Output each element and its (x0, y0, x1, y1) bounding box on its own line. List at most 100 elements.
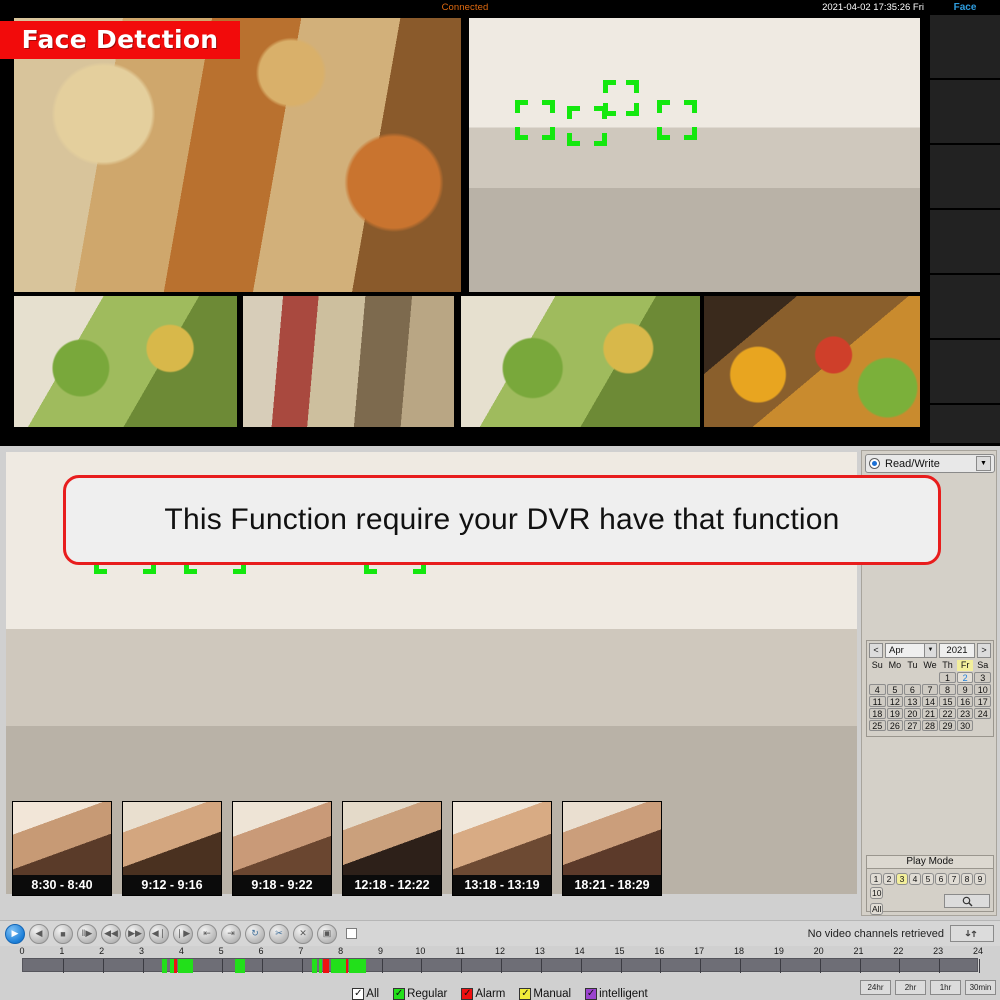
timeline[interactable]: 0 1 2 3 4 5 6 7 8 9 10 11 12 13 14 15 16 17 18 19 20 21 22 23 24 (0, 946, 1000, 982)
calendar-day-cell[interactable]: 2 (956, 672, 974, 683)
timeline-segment-alarm[interactable] (322, 959, 329, 973)
calendar-day-cell[interactable]: 7 (921, 684, 939, 695)
face-thumbnail[interactable] (930, 80, 1000, 143)
channel-button-5[interactable]: 5 (922, 873, 934, 885)
channel-button-8[interactable]: 8 (961, 873, 973, 885)
timeline-segment-regular[interactable] (348, 959, 367, 973)
timeline-segment-regular[interactable] (312, 959, 317, 973)
calendar-day-cell[interactable]: 19 (886, 708, 904, 719)
calendar-day-cell[interactable]: 11 (869, 696, 886, 707)
video-cell-1[interactable] (14, 18, 461, 292)
video-cell-4[interactable] (243, 296, 454, 427)
timeline-zoom-30min[interactable]: 30min (965, 980, 996, 995)
legend-checkbox[interactable]: ✓ (585, 987, 598, 1000)
calendar-day-cell[interactable]: 3 (974, 672, 991, 683)
jump-forward-button[interactable]: ⇥ (221, 923, 241, 944)
calendar-day-cell[interactable]: 15 (939, 696, 956, 707)
timeline-segment-alarm[interactable] (345, 959, 348, 973)
timeline-track[interactable] (22, 958, 980, 973)
calendar-day-cell[interactable]: 8 (939, 684, 956, 695)
calendar-day-cell[interactable]: 1 (939, 672, 956, 683)
calendar-day-cell[interactable]: 12 (886, 696, 904, 707)
calendar-day-cell[interactable]: 18 (869, 708, 886, 719)
calendar-day-cell[interactable]: 25 (869, 720, 886, 731)
calendar-day-cell[interactable]: 27 (904, 720, 921, 731)
face-thumbnail[interactable] (930, 405, 1000, 443)
stream-mode-radio[interactable] (869, 458, 880, 469)
calendar-prev-button[interactable]: < (869, 643, 883, 658)
refresh-button[interactable] (950, 925, 994, 942)
calendar-day-cell[interactable]: 20 (904, 708, 921, 719)
calendar-day-cell[interactable]: 14 (921, 696, 939, 707)
calendar-day-cell[interactable]: 22 (939, 708, 956, 719)
legend-item[interactable]: ✓ Manual (519, 987, 571, 1000)
legend-item[interactable]: ✓ All (352, 987, 379, 1000)
legend-item[interactable]: ✓ intelligent (585, 987, 648, 1000)
timeline-segment-regular[interactable] (235, 959, 246, 973)
video-cell-2[interactable] (469, 18, 920, 292)
channel-button-6[interactable]: 6 (935, 873, 947, 885)
stream-mode-select[interactable]: Read/Write ▼ (865, 454, 995, 473)
face-result-card[interactable]: 18:21 - 18:29 (562, 801, 662, 896)
legend-checkbox[interactable]: ✓ (461, 987, 474, 1000)
timeline-zoom-2hr[interactable]: 2hr (895, 980, 926, 995)
reverse-play-button[interactable]: ◀ (29, 923, 49, 944)
timeline-zoom-1hr[interactable]: 1hr (930, 980, 961, 995)
legend-item[interactable]: ✓ Regular (393, 987, 447, 1000)
channel-button-2[interactable]: 2 (883, 873, 895, 885)
play-button[interactable]: ▶ (5, 923, 25, 944)
channel-button-1[interactable]: 1 (870, 873, 882, 885)
calendar-day-cell[interactable]: 30 (956, 720, 974, 731)
timeline-segment-regular[interactable] (318, 959, 322, 973)
calendar-grid[interactable]: Su Mo Tu We Th Fr Sa 1 2 3 4 5 6 7 8 9 10 11 12 13 14 15 16 17 1… (867, 660, 993, 731)
calendar-day-cell[interactable]: 17 (974, 696, 991, 707)
channel-all-button[interactable]: All (870, 903, 884, 915)
face-thumbnail[interactable] (930, 145, 1000, 208)
previous-frame-button[interactable]: ◀❘ (149, 923, 169, 944)
slow-forward-button[interactable]: ‖▶ (77, 923, 97, 944)
rewind-button[interactable]: ◀◀ (101, 923, 121, 944)
calendar-month-select[interactable]: Apr ▼ (885, 643, 937, 658)
face-thumbnail[interactable] (930, 210, 1000, 273)
calendar-day-cell[interactable]: 23 (956, 708, 974, 719)
channel-button-10[interactable]: 10 (870, 887, 884, 899)
next-frame-button[interactable]: ❘▶ (173, 923, 193, 944)
face-result-card[interactable]: 8:30 - 8:40 (12, 801, 112, 896)
calendar-day-cell[interactable]: 16 (956, 696, 974, 707)
calendar-day-cell[interactable]: 26 (886, 720, 904, 731)
legend-checkbox[interactable]: ✓ (352, 987, 365, 1000)
channel-button-3[interactable]: 3 (896, 873, 908, 885)
face-result-card[interactable]: 9:12 - 9:16 (122, 801, 222, 896)
calendar-day-cell[interactable]: 9 (956, 684, 974, 695)
cut-button[interactable]: ✕ (293, 923, 313, 944)
save-button[interactable]: ▣ (317, 923, 337, 944)
calendar-day-cell[interactable]: 6 (904, 684, 921, 695)
video-cell-3[interactable] (14, 296, 237, 427)
calendar-next-button[interactable]: > (977, 643, 991, 658)
face-result-card[interactable]: 12:18 - 12:22 (342, 801, 442, 896)
legend-item[interactable]: ✓ Alarm (461, 987, 505, 1000)
face-thumbnail[interactable] (930, 340, 1000, 403)
face-thumbnail[interactable] (930, 275, 1000, 338)
calendar-day-cell[interactable]: 4 (869, 684, 886, 695)
video-cell-5[interactable] (461, 296, 700, 427)
timeline-segment-regular[interactable] (178, 959, 194, 973)
channel-button-9[interactable]: 9 (974, 873, 986, 885)
chevron-down-icon[interactable]: ▼ (976, 456, 991, 471)
sync-checkbox[interactable] (346, 928, 357, 939)
fast-forward-button[interactable]: ▶▶ (125, 923, 145, 944)
face-result-card[interactable]: 13:18 - 13:19 (452, 801, 552, 896)
video-cell-6[interactable] (704, 296, 920, 427)
calendar-day-cell[interactable]: 28 (921, 720, 939, 731)
loop-playback-button[interactable]: ↻ (245, 923, 265, 944)
timeline-zoom-24hr[interactable]: 24hr (860, 980, 891, 995)
channel-button-4[interactable]: 4 (909, 873, 921, 885)
calendar-day-cell[interactable]: 21 (921, 708, 939, 719)
tab-face[interactable]: Face (930, 0, 1000, 15)
timeline-segment-regular[interactable] (330, 959, 346, 973)
chevron-down-icon[interactable]: ▼ (924, 644, 936, 657)
search-button[interactable] (944, 894, 990, 908)
calendar-year-field[interactable]: 2021 (939, 643, 975, 658)
channel-button-7[interactable]: 7 (948, 873, 960, 885)
timeline-segment-alarm[interactable] (174, 959, 177, 973)
